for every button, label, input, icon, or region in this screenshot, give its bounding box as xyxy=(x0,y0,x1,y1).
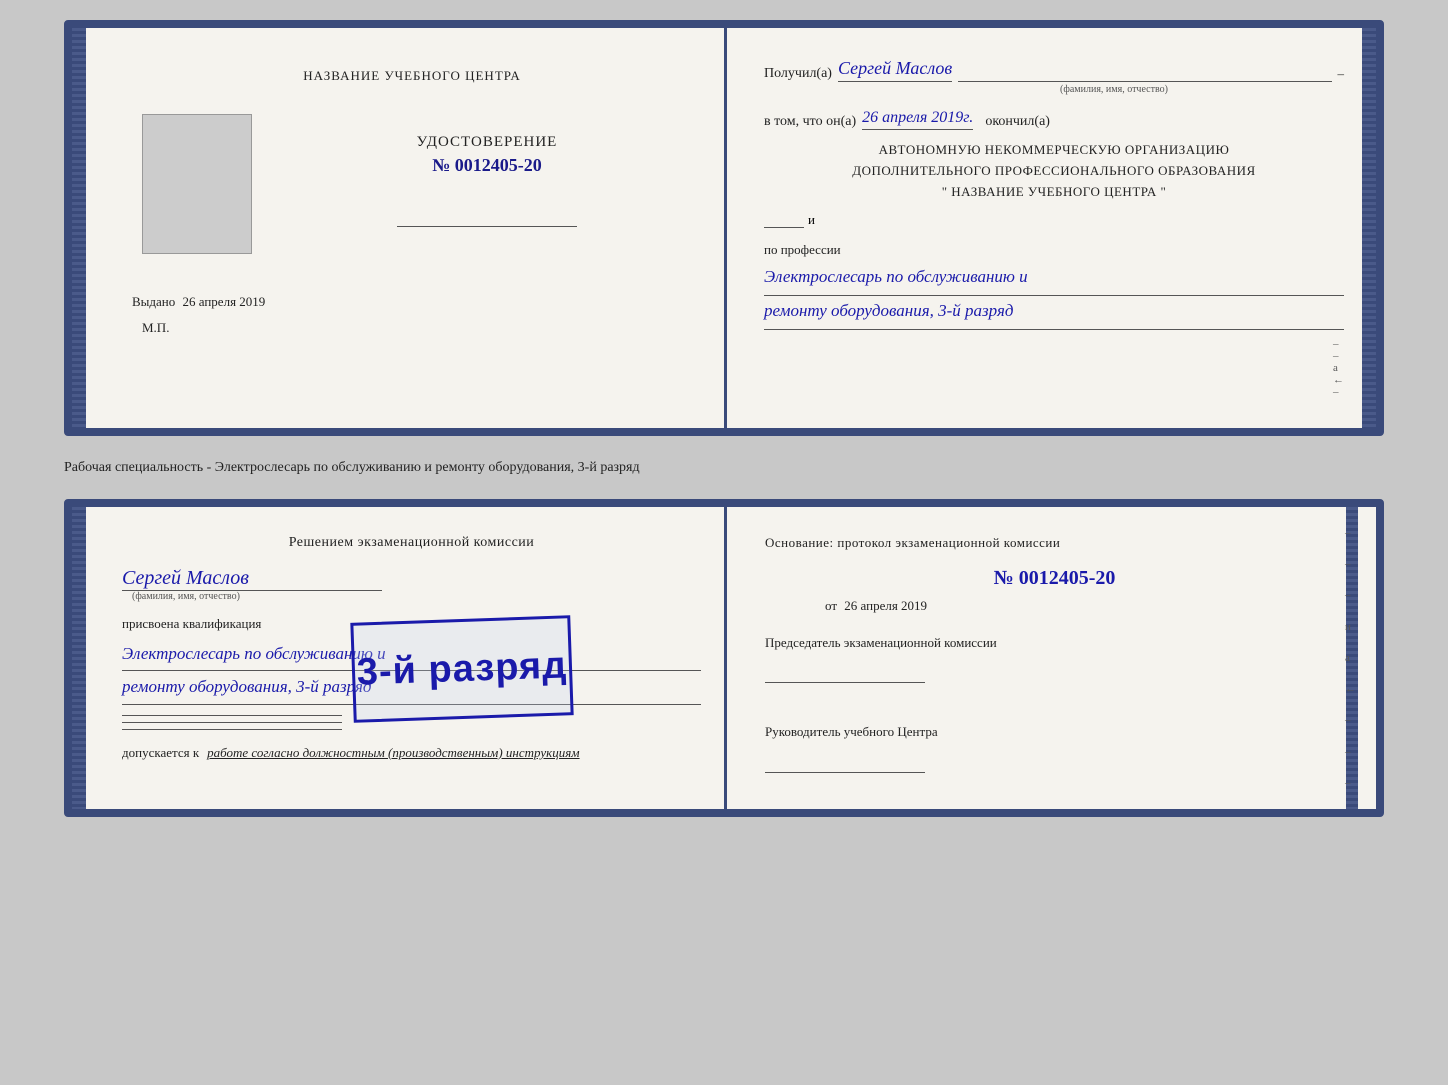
autonomy-line1: АВТОНОМНУЮ НЕКОММЕРЧЕСКУЮ ОРГАНИЗАЦИЮ xyxy=(764,140,1344,161)
received-prefix: Получил(а) xyxy=(764,66,832,82)
profession-line2: ремонту оборудования, 3-й разряд xyxy=(764,296,1344,330)
right-dash-1 xyxy=(764,227,804,228)
vtom-date: 26 апреля 2019г. xyxy=(862,109,973,130)
udostoverenie-title: УДОСТОВЕРЕНИЕ xyxy=(417,134,558,151)
osnovaniye-label: Основание: протокол экзаменационной коми… xyxy=(765,535,1344,551)
sig-predsedatel xyxy=(765,682,925,683)
top-certificate: НАЗВАНИЕ УЧЕБНОГО ЦЕНТРА УДОСТОВЕРЕНИЕ №… xyxy=(64,20,1384,436)
sig-rukovoditel xyxy=(765,772,925,773)
right-marks: – – – и а ← – – – xyxy=(1345,507,1356,808)
dopuskaetsya-block: допускается к работе согласно должностны… xyxy=(122,745,701,761)
sig-line-1 xyxy=(122,715,342,716)
profession-label: по профессии xyxy=(764,242,1344,258)
profession-line1: Электрослесарь по обслуживанию и xyxy=(764,262,1344,296)
resheniem-title: Решением экзаменационной комиссии xyxy=(122,535,701,551)
bottom-certificate: Решением экзаменационной комиссии Сергей… xyxy=(64,499,1384,816)
ot-date: 26 апреля 2019 xyxy=(844,598,927,613)
name-block: Сергей Маслов (фамилия, имя, отчество) xyxy=(122,567,701,602)
udostoverenie-num: № 0012405-20 xyxy=(432,155,542,176)
ot-line: от 26 апреля 2019 xyxy=(765,598,1344,614)
autonomy-line3: " НАЗВАНИЕ УЧЕБНОГО ЦЕНТРА " xyxy=(764,182,1344,203)
sig-line-2 xyxy=(122,722,342,723)
dopuskaetsya-text: работе согласно должностным (производств… xyxy=(207,745,579,761)
cert-top-right: Получил(а) Сергей Маслов – (фамилия, имя… xyxy=(734,28,1376,428)
cert-top-left: НАЗВАНИЕ УЧЕБНОГО ЦЕНТРА УДОСТОВЕРЕНИЕ №… xyxy=(72,28,734,428)
ot-label: от xyxy=(825,598,837,613)
vydano-line: Выдано 26 апреля 2019 xyxy=(132,294,702,310)
vtom-line: в том, что он(а) 26 апреля 2019г. окончи… xyxy=(764,109,1344,130)
protocol-num: № 0012405-20 xyxy=(765,567,1344,590)
autonomy-block: АВТОНОМНУЮ НЕКОММЕРЧЕСКУЮ ОРГАНИЗАЦИЮ ДО… xyxy=(764,140,1344,202)
dopuskaetsya-prefix: допускается к xyxy=(122,745,199,761)
cert-bottom-left: Решением экзаменационной комиссии Сергей… xyxy=(72,507,733,808)
page-wrapper: НАЗВАНИЕ УЧЕБНОГО ЦЕНТРА УДОСТОВЕРЕНИЕ №… xyxy=(20,20,1428,817)
recipient-name: Сергей Маслов xyxy=(838,58,952,82)
mp-line: М.П. xyxy=(122,320,169,336)
vtom-prefix: в том, что он(а) xyxy=(764,114,856,130)
right-small-marks: ––а←– xyxy=(1333,338,1344,398)
fio-label-bottom: (фамилия, имя, отчество) xyxy=(132,591,701,602)
autonomy-line2: ДОПОЛНИТЕЛЬНОГО ПРОФЕССИОНАЛЬНОГО ОБРАЗО… xyxy=(764,161,1344,182)
cert-bottom-right: Основание: протокол экзаменационной коми… xyxy=(733,507,1376,808)
vydano-label: Выдано xyxy=(132,294,175,309)
right-dash-text: и xyxy=(808,212,815,228)
rukovoditel-label: Руководитель учебного Центра xyxy=(765,723,1344,741)
stamp-text: 3-й разряд xyxy=(356,643,568,693)
signature-line-left xyxy=(397,226,577,227)
fio-label-top: (фамилия, имя, отчество) xyxy=(884,84,1344,95)
predsedatel-label: Председатель экзаменационной комиссии xyxy=(765,634,1344,652)
received-line: Получил(а) Сергей Маслов – xyxy=(764,58,1344,82)
dash-symbol: – xyxy=(1338,66,1345,82)
vydano-date: 26 апреля 2019 xyxy=(183,294,266,309)
separator-label: Рабочая специальность - Электрослесарь п… xyxy=(64,454,1384,482)
top-center-label: НАЗВАНИЕ УЧЕБНОГО ЦЕНТРА xyxy=(303,68,520,84)
okончил-label: окончил(а) xyxy=(985,114,1050,130)
photo-placeholder xyxy=(142,114,252,254)
sig-line-3 xyxy=(122,729,342,730)
stamp-overlay: 3-й разряд xyxy=(350,615,573,723)
bottom-name: Сергей Маслов xyxy=(122,567,382,591)
dash-after-name xyxy=(958,81,1331,82)
